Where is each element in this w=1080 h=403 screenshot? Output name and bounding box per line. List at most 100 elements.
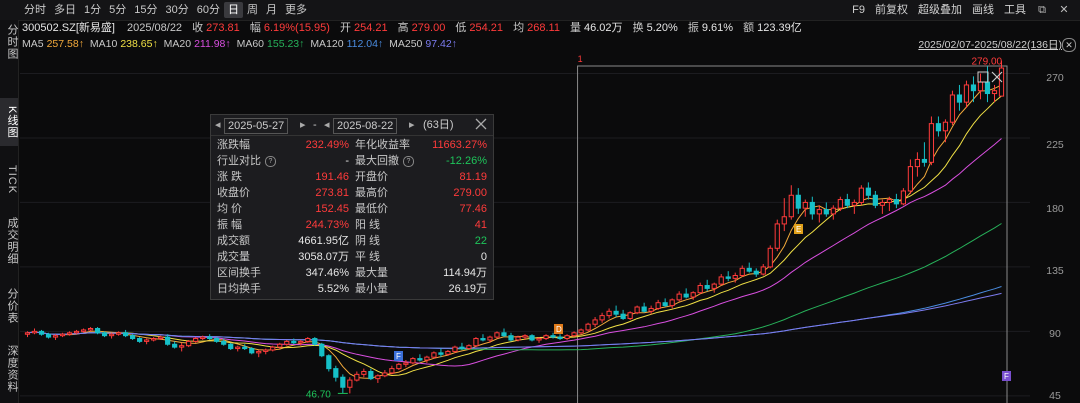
- candle-body: [963, 84, 970, 103]
- stat-label: 开盘价: [355, 171, 388, 183]
- candle-body: [207, 336, 213, 340]
- f9-button[interactable]: F9: [852, 2, 865, 18]
- stat-label: 最小量: [355, 283, 388, 295]
- stats-row: 成交量 3058.07万平 线 0: [211, 249, 493, 265]
- candle-body: [991, 90, 998, 95]
- prev-end-icon[interactable]: ◂: [324, 118, 330, 132]
- super-overlay-button[interactable]: 超级叠加: [918, 2, 962, 18]
- kline-chart[interactable]: 279.00 46.70 1 D E F F: [20, 52, 1030, 403]
- tab-price-table[interactable]: 分价表: [0, 282, 18, 330]
- candle-body: [669, 299, 675, 307]
- candle-body: [942, 121, 949, 132]
- candle-body: [865, 187, 871, 196]
- moving-average-row: MA5 257.58↑ MA10 238.65↑ MA20 211.98↑ MA60 1…: [22, 37, 460, 51]
- candle-body: [172, 343, 178, 348]
- period-tab-0[interactable]: 分时: [20, 2, 50, 18]
- next-end-icon[interactable]: ▸: [409, 118, 415, 132]
- tab-kline-chart[interactable]: K线图: [0, 98, 18, 146]
- candle-body: [613, 310, 619, 315]
- day-count: (63日): [423, 119, 454, 131]
- candle-body: [312, 338, 318, 345]
- candle-body: [732, 274, 738, 279]
- candle-body: [718, 276, 724, 285]
- close-icon[interactable]: [475, 118, 487, 130]
- period-tab-4[interactable]: 15分: [130, 2, 161, 18]
- candle-body: [403, 362, 409, 365]
- candle-body: [123, 332, 129, 337]
- restore-icon[interactable]: ⧉: [1036, 4, 1048, 16]
- tab-intraday-chart[interactable]: 分时图: [0, 22, 18, 62]
- candle-body: [214, 338, 220, 342]
- stat-label: 涨 跌: [217, 171, 243, 183]
- stats-row: 涨跌幅 232.49% 年化收益率 11663.27%: [211, 137, 493, 153]
- start-date-field[interactable]: 2025-05-27: [224, 118, 289, 134]
- period-tab-8[interactable]: 周: [243, 2, 262, 18]
- close-icon[interactable]: ✕: [1058, 4, 1070, 16]
- stat-label: 最高价: [355, 187, 388, 199]
- tab-trade-detail[interactable]: 成交明细: [0, 210, 18, 272]
- period-tab-2[interactable]: 1分: [80, 2, 105, 18]
- candle-body: [655, 302, 661, 309]
- volume-value: 46.02万: [584, 22, 623, 34]
- candle-body: [193, 338, 199, 342]
- next-start-icon[interactable]: ▸: [300, 118, 306, 132]
- ma20-line: [27, 138, 1002, 367]
- y-tick-90: 90: [1049, 328, 1061, 340]
- close-label: 收: [192, 22, 204, 34]
- candle-body: [326, 355, 332, 370]
- candle-body: [774, 223, 780, 249]
- forward-adjust-button[interactable]: 前复权: [875, 2, 908, 18]
- date-range-label[interactable]: 2025/02/07-2025/08/22(136日): [918, 37, 1062, 52]
- financing-marker-icon-letter: F: [1004, 372, 1009, 381]
- candle-body: [627, 312, 633, 319]
- ma60-name: MA60: [236, 38, 265, 50]
- candle-body: [80, 329, 87, 332]
- period-tab-5[interactable]: 30分: [162, 2, 193, 18]
- ma5-value: 257.58↑: [46, 38, 84, 50]
- candle-body: [108, 333, 115, 337]
- candle-body: [137, 338, 143, 342]
- draw-line-button[interactable]: 画线: [972, 2, 994, 18]
- period-tab-7[interactable]: 日: [224, 2, 243, 18]
- end-date-field[interactable]: 2025-08-22: [333, 118, 398, 134]
- period-tab-10[interactable]: 更多: [281, 2, 311, 18]
- help-icon[interactable]: ?: [265, 156, 276, 167]
- period-tab-3[interactable]: 5分: [105, 2, 130, 18]
- candle-body: [543, 335, 549, 340]
- tools-button[interactable]: 工具: [1004, 2, 1026, 18]
- candle-body: [536, 338, 542, 341]
- stat-value: -12.26%: [446, 155, 487, 167]
- candle-body: [851, 201, 857, 206]
- stat-label: 日均换手: [217, 283, 261, 295]
- candle-body: [165, 336, 171, 345]
- period-tab-6[interactable]: 60分: [193, 2, 224, 18]
- candle-body: [73, 330, 80, 334]
- stats-row: 行业对比 - 最大回撤 -12.26%??: [211, 153, 493, 169]
- amount-label: 额: [743, 22, 755, 34]
- candle-body: [662, 302, 668, 307]
- candle-body: [620, 313, 626, 319]
- prev-start-icon[interactable]: ◂: [215, 118, 221, 132]
- stat-label: 振 幅: [217, 219, 243, 231]
- candle-body: [823, 209, 829, 215]
- tab-tick[interactable]: TICK: [0, 158, 18, 202]
- stat-value: 77.46: [459, 203, 487, 215]
- period-tab-9[interactable]: 月: [262, 2, 281, 18]
- candle-body: [221, 340, 227, 345]
- range-close-icon[interactable]: ✕: [1062, 38, 1076, 52]
- candle-body: [256, 350, 262, 354]
- candle-body: [676, 293, 682, 301]
- amount-value: 123.39亿: [757, 22, 802, 34]
- stat-value: 81.19: [459, 171, 487, 183]
- candle-body: [515, 336, 521, 341]
- period-tab-1[interactable]: 多日: [50, 2, 80, 18]
- stats-row: 振 幅 244.73% 阳 线 41: [211, 217, 493, 233]
- tab-depth-data[interactable]: 深度资料: [0, 338, 18, 400]
- stat-value: 114.94万: [443, 267, 487, 279]
- stat-value: 232.49%: [305, 139, 349, 151]
- candle-body: [59, 333, 66, 337]
- help-icon[interactable]: ?: [403, 156, 414, 167]
- change-value: 6.19%(15.95): [263, 22, 330, 34]
- candle-body: [641, 306, 647, 312]
- ma120-name: MA120: [310, 38, 344, 50]
